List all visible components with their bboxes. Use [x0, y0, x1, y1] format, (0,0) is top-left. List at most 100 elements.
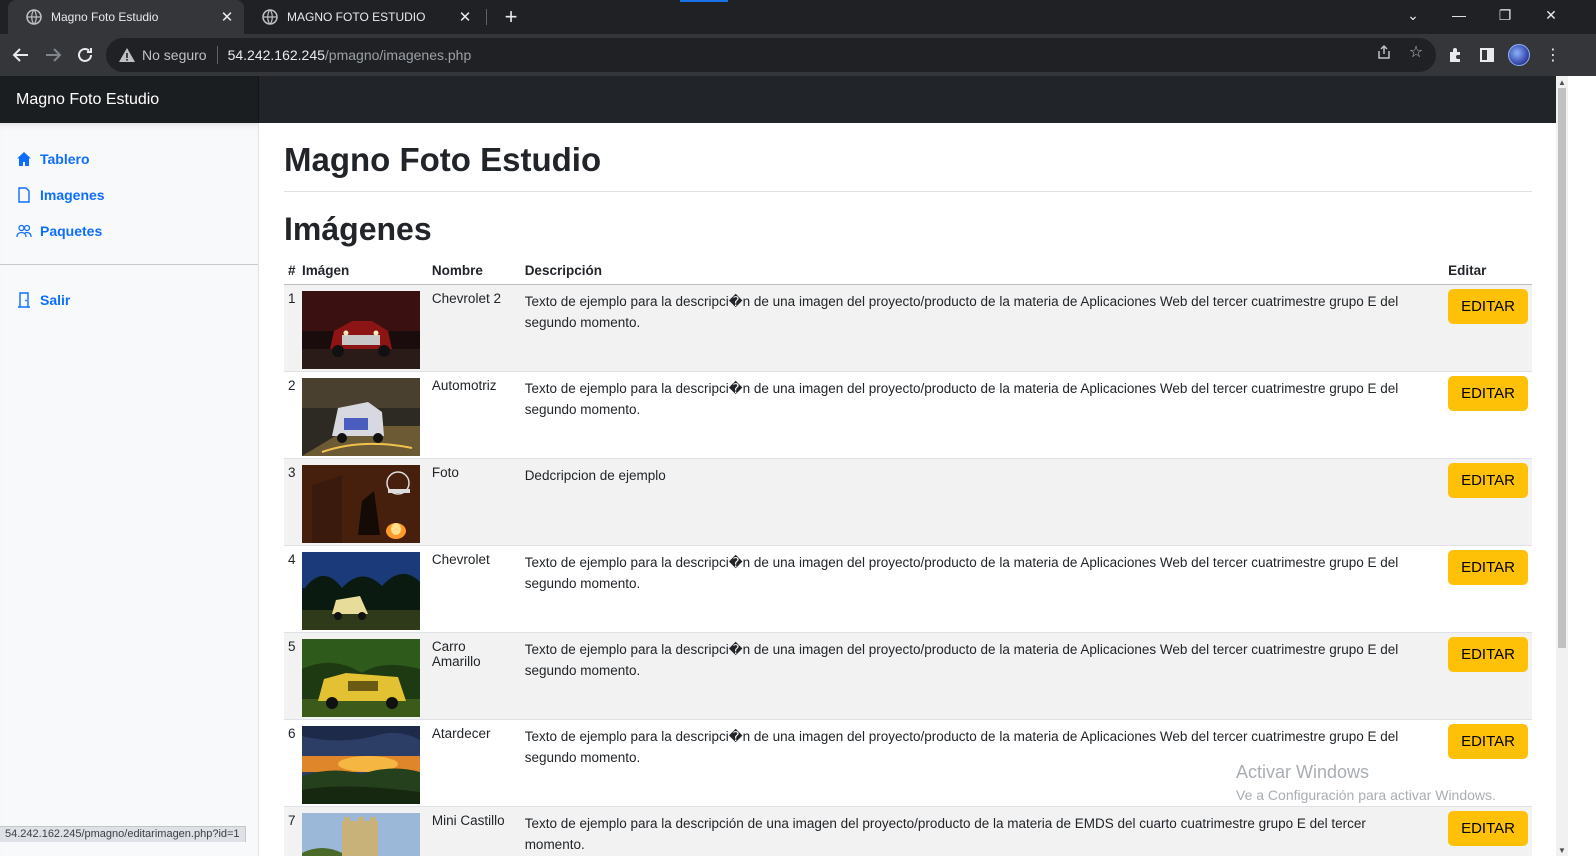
sidebar-item-tablero[interactable]: Tablero — [16, 151, 90, 167]
row-name: Chevrolet — [427, 545, 521, 633]
windows-activation-watermark: Activar Windows Ve a Configuración para … — [1236, 762, 1496, 803]
row-number: 2 — [284, 371, 302, 459]
sidebar-item-salir[interactable]: Salir — [16, 292, 70, 308]
section-title: Imágenes — [284, 211, 432, 247]
table-row: 1 Chevrolet 2 Texto de ejemplo para la d… — [284, 284, 1532, 372]
share-icon[interactable] — [1374, 42, 1394, 62]
row-name: Chevrolet 2 — [427, 284, 521, 372]
new-tab-button[interactable]: + — [498, 4, 524, 30]
row-description: Texto de ejemplo para la descripci�n de … — [520, 632, 1445, 720]
edit-button[interactable]: EDITAR — [1448, 375, 1528, 411]
sunset-photo-thumbnail[interactable] — [301, 725, 420, 804]
row-edit-cell: EDITAR — [1444, 458, 1532, 546]
scroll-down-icon[interactable]: ▼ — [1556, 844, 1568, 856]
edit-button[interactable]: EDITAR — [1448, 636, 1528, 672]
column-header-image: Imágen — [301, 258, 428, 285]
edit-button[interactable]: EDITAR — [1448, 723, 1528, 759]
row-description: Texto de ejemplo para la descripción de … — [520, 806, 1445, 856]
navbar-brand[interactable]: Magno Foto Estudio — [0, 76, 259, 123]
truck-photo-thumbnail[interactable] — [301, 377, 420, 456]
extensions-icon[interactable] — [1440, 40, 1470, 70]
fire-photo-thumbnail[interactable] — [301, 464, 420, 543]
sidebar-item-paquetes[interactable]: Paquetes — [16, 223, 102, 239]
browser-tab-inactive[interactable]: MAGNO FOTO ESTUDIO ✕ — [244, 0, 482, 34]
row-edit-cell: EDITAR — [1444, 632, 1532, 720]
car-photo-thumbnail[interactable] — [301, 290, 420, 369]
tab-search-icon[interactable]: ⌄ — [1390, 0, 1436, 30]
row-name: Mini Castillo — [427, 806, 521, 856]
row-image-cell — [301, 545, 428, 633]
sidebar-item-label: Paquetes — [40, 223, 103, 239]
row-description: Dedcripcion de ejemplo — [520, 458, 1445, 546]
close-tab-icon[interactable]: ✕ — [454, 6, 476, 28]
sidebar-item-imagenes[interactable]: Imagenes — [16, 187, 105, 203]
web-page: Magno Foto Estudio Tablero Imagenes Paqu… — [0, 76, 1556, 856]
table-row: 4 Chevrolet Texto de ejemplo para la des… — [284, 545, 1532, 633]
profile-avatar[interactable] — [1508, 44, 1530, 66]
sidebar-item-label: Tablero — [40, 151, 90, 167]
door-icon — [16, 292, 32, 308]
forward-icon[interactable] — [38, 40, 68, 70]
row-number: 3 — [284, 458, 302, 546]
restore-icon[interactable]: ❐ — [1482, 0, 1528, 30]
link-status-bar: 54.242.162.245/pmagno/editarimagen.php?i… — [0, 826, 246, 842]
row-number: 6 — [284, 719, 302, 807]
edit-button[interactable]: EDITAR — [1448, 288, 1528, 324]
url-path: /pmagno/imagenes.php — [324, 47, 472, 63]
drag-indicator — [680, 0, 728, 2]
row-edit-cell: EDITAR — [1444, 806, 1532, 856]
scrollbar-thumb[interactable] — [1558, 88, 1566, 648]
forest-car-photo-thumbnail[interactable] — [301, 551, 420, 630]
edit-button[interactable]: EDITAR — [1448, 810, 1528, 846]
people-icon — [16, 223, 32, 239]
row-image-cell — [301, 719, 428, 807]
edit-button[interactable]: EDITAR — [1448, 549, 1528, 585]
column-header-edit: Editar — [1444, 258, 1532, 285]
bookmark-star-icon[interactable]: ☆ — [1406, 42, 1426, 62]
close-tab-icon[interactable]: ✕ — [216, 6, 238, 28]
castle-photo-thumbnail[interactable] — [301, 812, 420, 856]
row-description: Texto de ejemplo para la descripci�n de … — [520, 545, 1445, 633]
reload-icon[interactable] — [70, 40, 100, 70]
row-description: Texto de ejemplo para la descripci�n de … — [520, 371, 1445, 459]
table-row: 3 Foto Dedcripcion de ejemplo EDITAR — [284, 458, 1532, 546]
row-number: 4 — [284, 545, 302, 633]
yellow-car-photo-thumbnail[interactable] — [301, 638, 420, 717]
tab-title: MAGNO FOTO ESTUDIO — [287, 10, 426, 24]
page-scrollbar[interactable]: ▲ ▼ — [1556, 76, 1568, 856]
side-panel-icon[interactable] — [1472, 40, 1502, 70]
tab-title: Magno Foto Estudio — [51, 10, 159, 24]
back-icon[interactable] — [6, 40, 36, 70]
browser-tab-strip: Magno Foto Estudio ✕ MAGNO FOTO ESTUDIO … — [0, 0, 1596, 34]
row-image-cell — [301, 806, 428, 856]
globe-icon — [26, 9, 42, 25]
page-title: Magno Foto Estudio — [284, 141, 602, 178]
column-header-name: Nombre — [427, 258, 521, 285]
column-header-num: # — [284, 258, 302, 285]
scroll-up-icon[interactable]: ▲ — [1556, 76, 1568, 88]
sidebar: Tablero Imagenes Paquetes Salir — [0, 123, 259, 856]
menu-kebab-icon[interactable]: ⋮ — [1538, 40, 1568, 70]
browser-tab-active[interactable]: Magno Foto Estudio ✕ — [8, 0, 244, 34]
title-divider — [284, 191, 1532, 192]
security-label: No seguro — [142, 47, 207, 63]
close-window-icon[interactable]: ✕ — [1528, 0, 1574, 30]
tab-divider — [486, 9, 487, 25]
row-name: Foto — [427, 458, 521, 546]
sidebar-divider — [0, 264, 258, 265]
warning-icon — [119, 48, 135, 62]
row-edit-cell: EDITAR — [1444, 284, 1532, 372]
url-host: 54.242.162.245 — [227, 47, 325, 63]
row-name: Automotriz — [427, 371, 521, 459]
table-row: 7 Mini Castillo Texto de ejemplo para la… — [284, 806, 1532, 856]
table-row: 5 Carro Amarillo Texto de ejemplo para l… — [284, 632, 1532, 720]
row-name: Carro Amarillo — [427, 632, 521, 720]
file-icon — [16, 187, 32, 203]
minimize-icon[interactable]: — — [1436, 0, 1482, 30]
edit-button[interactable]: EDITAR — [1448, 462, 1528, 498]
address-bar[interactable]: No seguro 54.242.162.245 /pmagno/imagene… — [106, 38, 1436, 72]
globe-icon — [262, 9, 278, 25]
table-row: 2 Automotriz Texto de ejemplo para la de… — [284, 371, 1532, 459]
watermark-subtitle: Ve a Configuración para activar Windows. — [1236, 787, 1496, 803]
row-image-cell — [301, 371, 428, 459]
